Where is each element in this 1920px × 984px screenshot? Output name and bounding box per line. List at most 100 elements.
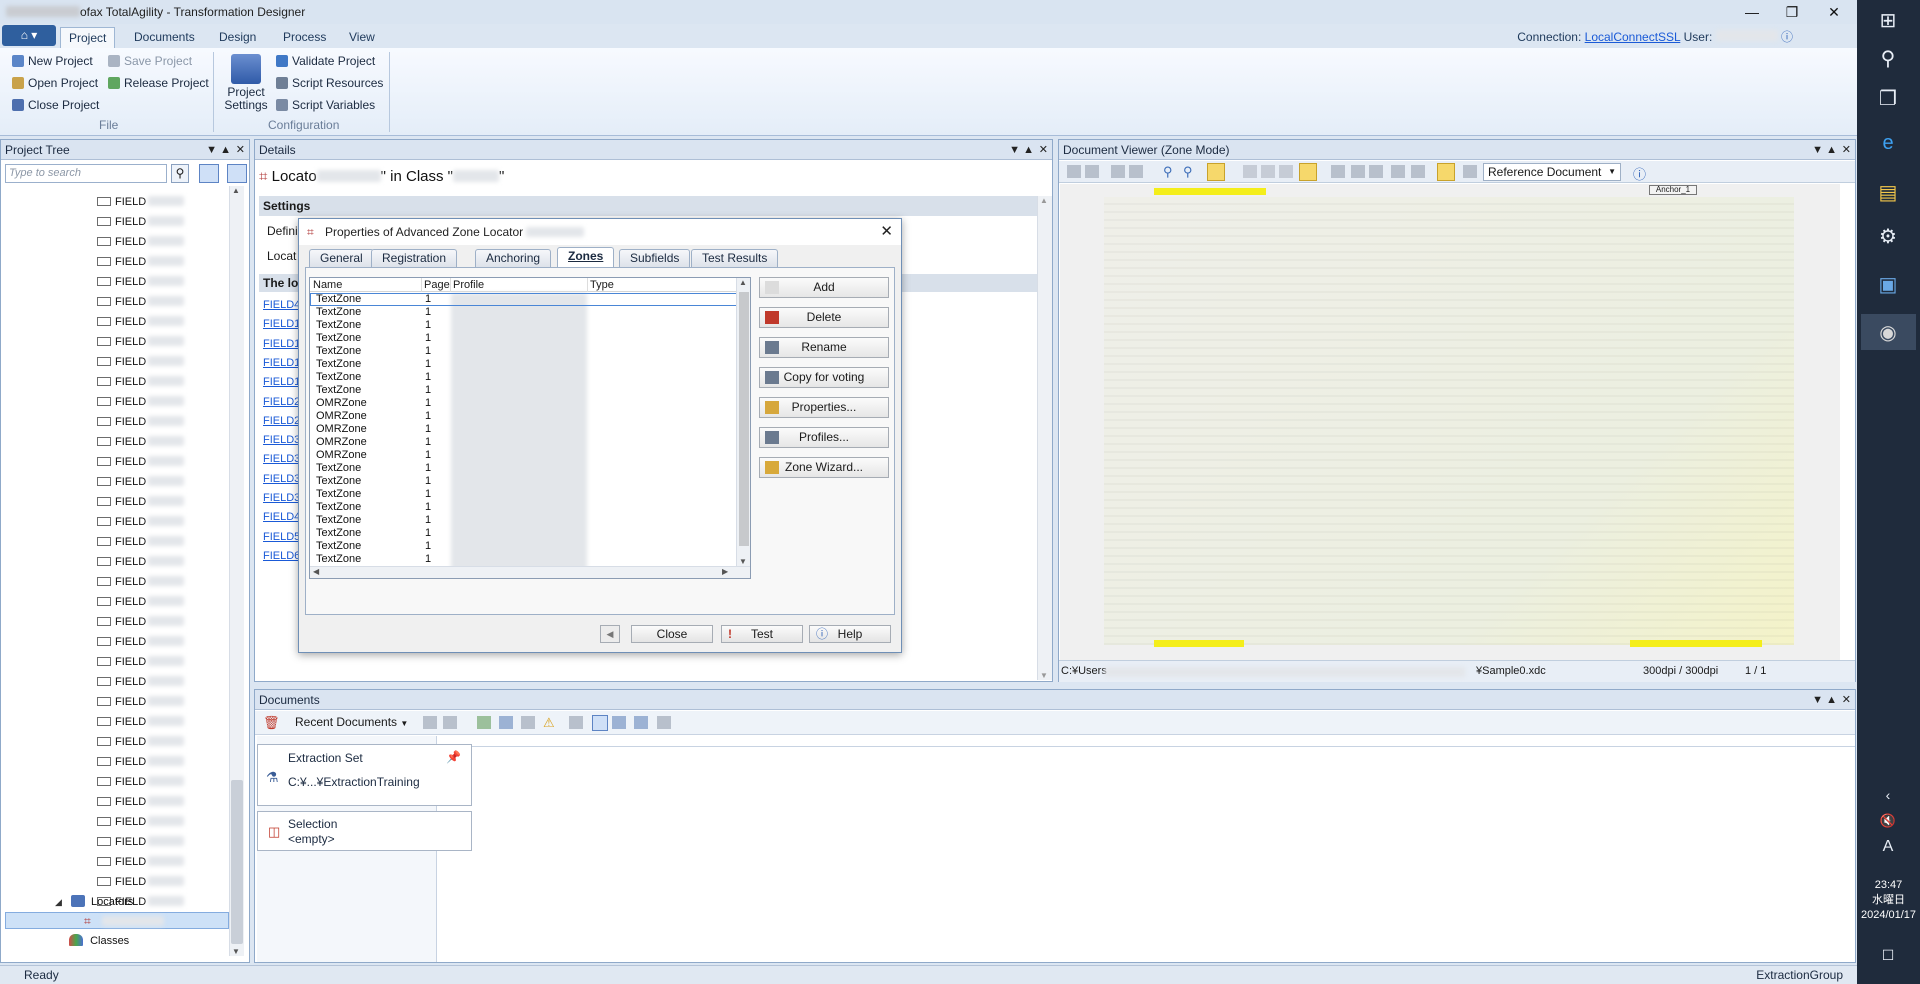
tree-item-field[interactable]: FIELD — [97, 374, 185, 390]
field-link[interactable]: FIELD4 — [263, 299, 300, 311]
text-zone-icon[interactable] — [1331, 165, 1345, 178]
details-view-icon[interactable] — [592, 715, 608, 731]
tree-item-field[interactable]: FIELD — [97, 834, 185, 850]
delete-button[interactable]: Delete — [759, 307, 889, 328]
tab-general[interactable]: General — [309, 249, 374, 267]
tree-view-icon[interactable] — [199, 164, 219, 183]
field-link[interactable]: FIELD4 — [263, 511, 300, 523]
field-link[interactable]: FIELD1 — [263, 357, 300, 369]
tree-item-field[interactable]: FIELD — [97, 734, 185, 750]
open-project-button[interactable]: Open Project — [10, 74, 98, 92]
details-scrollbar[interactable]: ▲ ▼ — [1037, 196, 1052, 680]
open-icon[interactable] — [423, 716, 437, 729]
tree-item-field[interactable]: FIELD — [97, 334, 185, 350]
tree-item-field[interactable]: FIELD — [97, 634, 185, 650]
paste-icon[interactable] — [1261, 165, 1275, 178]
zone-row[interactable]: TextZone 1 — [310, 462, 736, 475]
pin-icon[interactable]: 📌 — [446, 750, 461, 764]
zone-row[interactable]: OMRZone 1 — [310, 436, 736, 449]
help-icon[interactable]: ⓘ — [1781, 30, 1793, 44]
close-project-button[interactable]: Close Project — [10, 96, 99, 114]
tree-item-field[interactable]: FIELD — [97, 474, 185, 490]
close-icon[interactable]: ✕ — [1842, 140, 1851, 160]
windows-start-icon[interactable]: ⊞ — [1875, 8, 1901, 34]
test-button[interactable]: ! Test — [721, 625, 803, 643]
classify-icon[interactable] — [477, 716, 491, 729]
zones-scrollbar-v[interactable]: ▲ ▼ — [736, 278, 750, 566]
field-link[interactable]: FIELD6 — [263, 550, 300, 562]
thumbnail-view-icon[interactable] — [612, 716, 626, 729]
fit-page-icon[interactable] — [1207, 163, 1225, 181]
search-icon[interactable]: ⚲ — [171, 164, 189, 183]
tree-item-field[interactable]: FIELD — [97, 554, 185, 570]
ocr-icon[interactable] — [1391, 165, 1405, 178]
chevron-left-icon[interactable]: ‹ — [1875, 782, 1901, 808]
database-icon[interactable]: ◉ — [1875, 320, 1901, 346]
tree-search-input[interactable]: Type to search — [5, 164, 167, 183]
help-icon[interactable]: ⓘ — [1633, 164, 1646, 183]
validate-project-button[interactable]: Validate Project — [274, 52, 375, 70]
close-icon[interactable]: ✕ — [1842, 690, 1851, 710]
tree-item-field[interactable]: FIELD — [97, 654, 185, 670]
file-explorer-icon[interactable]: ▤ — [1875, 180, 1901, 206]
tab-anchoring[interactable]: Anchoring — [475, 249, 552, 267]
tree-item-field[interactable]: FIELD — [97, 514, 185, 530]
zone-mode-icon[interactable] — [1437, 163, 1455, 181]
tab-zones[interactable]: Zones — [557, 247, 615, 267]
script-variables-button[interactable]: Script Variables — [274, 96, 375, 114]
zones-scrollbar-h[interactable]: ◀ ▶ — [310, 566, 750, 578]
zone-row[interactable]: TextZone 1 — [310, 384, 736, 397]
column-name[interactable]: Name — [313, 278, 342, 292]
zone-row[interactable]: OMRZone 1 — [310, 410, 736, 423]
rotate-right-icon[interactable] — [1129, 165, 1143, 178]
dropdown-icon[interactable]: ▼ — [1812, 140, 1823, 160]
selection-card[interactable]: ◫ Selection <empty> — [257, 811, 472, 851]
app-menu-button[interactable]: ⌂ ▾ — [2, 25, 56, 46]
pin-icon[interactable]: ▲ — [220, 140, 231, 160]
zone-wizard-button[interactable]: Zone Wizard... — [759, 457, 889, 478]
zoom-out-icon[interactable]: ⚲ — [1183, 164, 1193, 180]
zone-row[interactable]: TextZone 1 — [310, 553, 736, 566]
connection-link[interactable]: LocalConnectSSL — [1585, 30, 1681, 44]
zone-row[interactable]: OMRZone 1 — [310, 423, 736, 436]
tree-item-field[interactable]: FIELD — [97, 574, 185, 590]
new-project-button[interactable]: New Project — [10, 52, 93, 70]
rotate-left-icon[interactable] — [1111, 165, 1125, 178]
help-button[interactable]: ⓘ Help — [809, 625, 891, 643]
field-link[interactable]: FIELD3 — [263, 434, 300, 446]
anchor-icon[interactable] — [1411, 165, 1425, 178]
task-view-icon[interactable]: ❐ — [1875, 86, 1901, 112]
select-tool-icon[interactable] — [1299, 163, 1317, 181]
minimize-button[interactable]: — — [1732, 0, 1772, 24]
field-link[interactable]: FIELD2 — [263, 415, 300, 427]
tab-test-results[interactable]: Test Results — [691, 249, 779, 267]
tree-item-locators[interactable]: ◢ Locators — [55, 894, 133, 910]
zone-row[interactable]: TextZone 1 — [310, 475, 736, 488]
release-project-button[interactable]: Release Project — [106, 74, 209, 92]
tree-item-field[interactable]: FIELD — [97, 434, 185, 450]
zone-row[interactable]: TextZone 1 — [310, 488, 736, 501]
tree-item-field[interactable]: FIELD — [97, 694, 185, 710]
save-icon[interactable] — [443, 716, 457, 729]
close-icon[interactable]: ✕ — [236, 140, 245, 160]
tree-item-field[interactable]: FIELD — [97, 294, 185, 310]
tree-item-field[interactable]: FIELD — [97, 274, 185, 290]
column-type[interactable]: Type — [587, 278, 614, 292]
cut-icon[interactable] — [1279, 165, 1293, 178]
copy-for-voting-button[interactable]: Copy for voting — [759, 367, 889, 388]
tree-item-field[interactable]: FIELD — [97, 194, 185, 210]
tree-item-field[interactable]: FIELD — [97, 754, 185, 770]
zone-row[interactable]: TextZone 1 — [310, 345, 736, 358]
copy-icon[interactable] — [1243, 165, 1257, 178]
tree-item-selected-locator[interactable]: ⌗ — [5, 912, 229, 929]
tree-item-field[interactable]: FIELD — [97, 594, 185, 610]
tree-item-field[interactable]: FIELD — [97, 794, 185, 810]
zone-row[interactable]: TextZone 1 — [310, 319, 736, 332]
back-icon[interactable]: ◀ — [600, 625, 620, 643]
tree-item-field[interactable]: FIELD — [97, 774, 185, 790]
zone-highlight[interactable] — [1154, 188, 1266, 195]
zone-row[interactable]: TextZone 1 — [310, 371, 736, 384]
tree-item-field[interactable]: FIELD — [97, 714, 185, 730]
list-view-icon[interactable] — [634, 716, 648, 729]
tab-subfields[interactable]: Subfields — [619, 249, 691, 267]
